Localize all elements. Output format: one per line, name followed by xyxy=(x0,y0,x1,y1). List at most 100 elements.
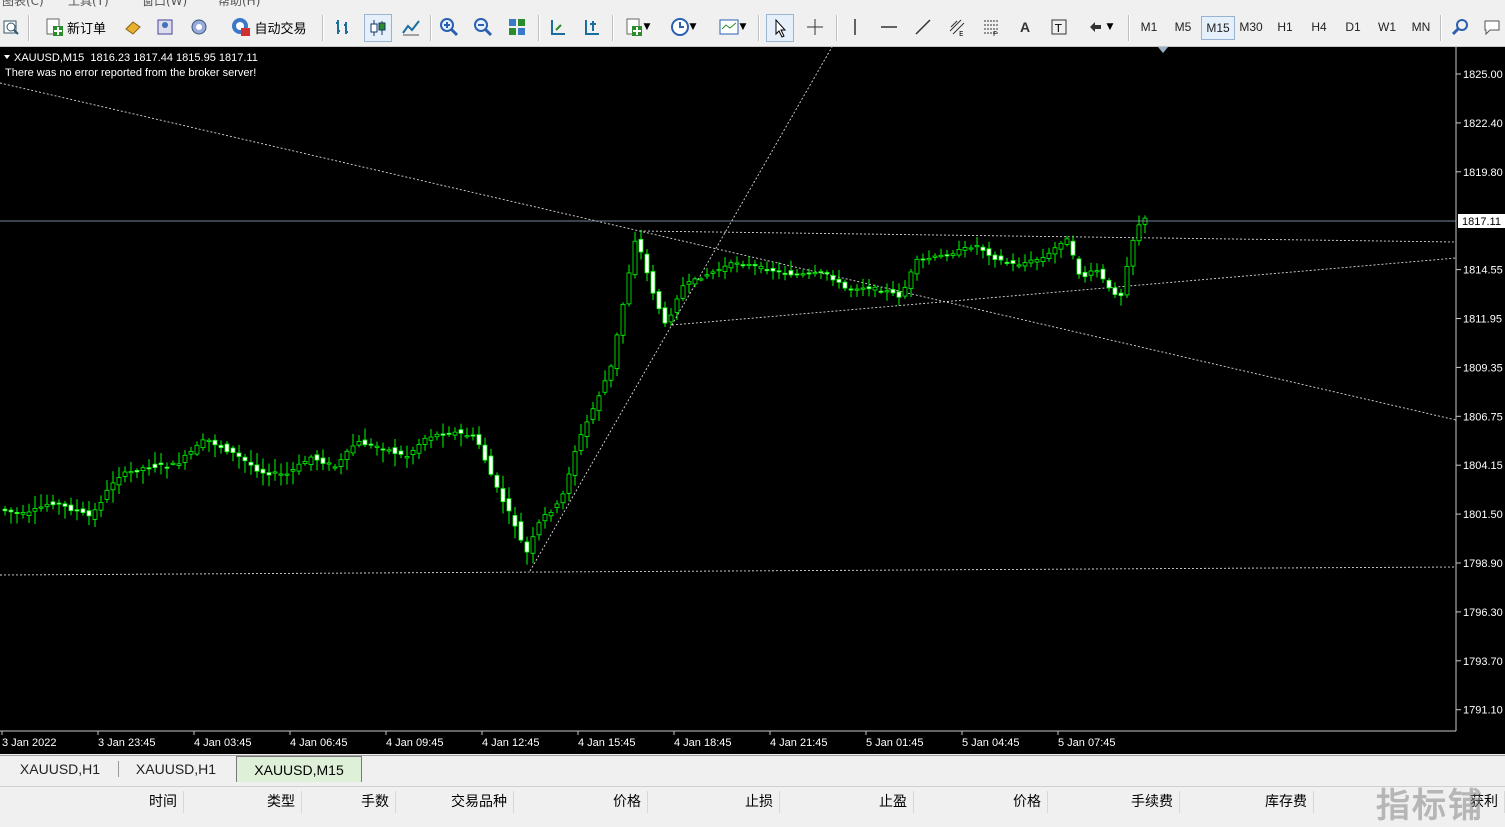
auto-scroll-icon[interactable] xyxy=(578,14,604,40)
candle-body xyxy=(716,269,722,272)
time-tick-label: 4 Jan 09:45 xyxy=(386,737,444,749)
candle-body xyxy=(242,456,248,462)
menu-tools[interactable]: 工具(T) xyxy=(68,0,109,8)
arrows-dropdown[interactable]: ▼ xyxy=(1080,14,1120,40)
chat-icon[interactable] xyxy=(1480,14,1504,40)
chart-tabs: XAUUSD,H1 XAUUSD,H1 XAUUSD,M15 xyxy=(0,755,1505,783)
timeframe-m15[interactable]: M15 xyxy=(1201,16,1235,40)
candle-body xyxy=(818,271,824,274)
periods-dropdown[interactable]: ▼ xyxy=(664,14,702,40)
candle-body xyxy=(422,437,428,445)
auto-trading-button[interactable]: 自动交易 xyxy=(220,14,316,40)
col-swap[interactable]: 库存费 xyxy=(1180,791,1314,813)
zoom-out-icon[interactable] xyxy=(470,14,496,40)
candle-body xyxy=(32,508,38,512)
bar-chart-icon[interactable] xyxy=(330,14,356,40)
tile-windows-icon[interactable] xyxy=(504,14,530,40)
candle-body xyxy=(206,439,212,442)
price-chart[interactable]: 1825.00 1822.40 1819.80 1814.55 1811.95 1809.… xyxy=(0,46,1505,754)
candle-body xyxy=(1058,242,1064,250)
col-current-price[interactable]: 价格 xyxy=(914,791,1048,813)
candle-body xyxy=(896,291,902,298)
col-type[interactable]: 类型 xyxy=(184,791,302,813)
menu-chart[interactable]: 图表(C) xyxy=(2,0,44,8)
current-price-label: 1817.11 xyxy=(1462,216,1501,228)
timeframe-m5[interactable]: M5 xyxy=(1167,16,1199,38)
time-tick-label: 4 Jan 03:45 xyxy=(194,737,252,749)
candle-body xyxy=(1034,259,1040,263)
candlestick-chart-icon[interactable] xyxy=(364,14,392,42)
candle-body xyxy=(350,445,356,454)
channel-icon[interactable]: E xyxy=(944,14,970,40)
text-icon[interactable]: A xyxy=(1012,14,1038,40)
menu-window[interactable]: 窗口(W) xyxy=(142,0,187,8)
col-time[interactable]: 时间 xyxy=(0,791,184,813)
trendline-icon[interactable] xyxy=(910,14,936,40)
candle-body xyxy=(464,435,470,438)
timeframe-h4[interactable]: H4 xyxy=(1303,16,1335,38)
timeframe-mn[interactable]: MN xyxy=(1405,16,1437,38)
tab-xauusd-m15[interactable]: XAUUSD,M15 xyxy=(236,756,362,782)
tab-xauusd-h1-1[interactable]: XAUUSD,H1 xyxy=(4,758,116,780)
price-tick-label: 1809.35 xyxy=(1463,362,1503,374)
candle-body xyxy=(20,512,26,515)
indicators-dropdown[interactable]: ▼ xyxy=(618,14,656,40)
timeframe-m1[interactable]: M1 xyxy=(1133,16,1165,38)
tab-xauusd-h1-2[interactable]: XAUUSD,H1 xyxy=(120,758,232,780)
candle-body xyxy=(866,286,872,290)
candle-body xyxy=(428,436,434,441)
chart-properties-icon[interactable] xyxy=(0,14,22,40)
text-label-icon[interactable]: T xyxy=(1046,14,1072,40)
candle-body xyxy=(476,434,482,445)
col-stop-loss[interactable]: 止损 xyxy=(648,791,780,813)
trendline[interactable] xyxy=(0,566,1457,576)
candle-body xyxy=(764,269,770,272)
timeframe-m30[interactable]: M30 xyxy=(1235,16,1267,38)
navigator-icon[interactable] xyxy=(186,14,212,40)
trendline[interactable] xyxy=(529,46,833,572)
col-symbol[interactable]: 交易品种 xyxy=(396,791,514,813)
candle-body xyxy=(692,278,698,285)
trendline[interactable] xyxy=(671,257,1457,326)
candle-body xyxy=(482,444,488,461)
candle-body xyxy=(590,408,596,420)
col-take-profit[interactable]: 止盈 xyxy=(780,791,914,813)
vertical-line-icon[interactable] xyxy=(842,14,868,40)
menu-help[interactable]: 帮助(H) xyxy=(218,0,260,8)
timeframe-w1[interactable]: W1 xyxy=(1371,16,1403,38)
data-window-icon[interactable] xyxy=(152,14,178,40)
chart-shift-icon[interactable] xyxy=(544,14,570,40)
templates-dropdown[interactable]: ▼ xyxy=(712,14,752,40)
col-price[interactable]: 价格 xyxy=(514,791,648,813)
col-commission[interactable]: 手续费 xyxy=(1048,791,1180,813)
crosshair-icon[interactable] xyxy=(802,14,828,40)
header-collapse-icon[interactable] xyxy=(4,55,10,59)
candle-body xyxy=(410,449,416,455)
candle-body xyxy=(308,456,314,465)
candle-body xyxy=(296,463,302,472)
search-icon[interactable] xyxy=(1448,14,1474,40)
candle-body xyxy=(536,522,542,536)
candle-body xyxy=(596,395,602,412)
cursor-icon[interactable] xyxy=(766,14,794,42)
candle-body xyxy=(560,493,566,504)
zoom-in-icon[interactable] xyxy=(436,14,462,40)
new-order-button[interactable]: 新订单 xyxy=(36,14,114,40)
price-tick-label: 1798.90 xyxy=(1463,558,1503,570)
trendline[interactable] xyxy=(0,82,1457,421)
watermark: 指标铺 xyxy=(1376,786,1484,826)
fibonacci-icon[interactable]: F xyxy=(978,14,1004,40)
timeframe-h1[interactable]: H1 xyxy=(1269,16,1301,38)
candle-body xyxy=(974,245,980,248)
chart-shift-marker[interactable] xyxy=(1158,47,1168,53)
candle-body xyxy=(554,503,560,508)
timeframe-d1[interactable]: D1 xyxy=(1337,16,1369,38)
line-chart-icon[interactable] xyxy=(398,14,424,40)
col-volume[interactable]: 手数 xyxy=(302,791,396,813)
candle-body xyxy=(902,287,908,297)
market-watch-icon[interactable] xyxy=(120,14,146,40)
horizontal-line-icon[interactable] xyxy=(876,14,902,40)
trendline[interactable] xyxy=(639,230,1457,243)
chart-header-symbol: XAUUSD,M15 1816.23 1817.44 1815.95 1817.… xyxy=(14,52,258,64)
candle-body xyxy=(668,314,674,323)
